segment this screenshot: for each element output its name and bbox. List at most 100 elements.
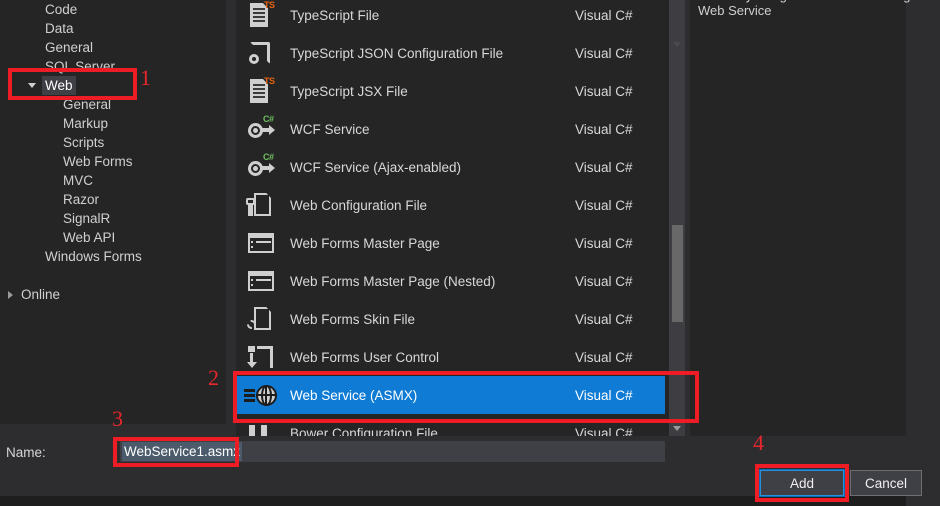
wcf-service-icon: C# xyxy=(242,113,280,145)
screenshot-root: + S P W E Code Data General SQL Server Web Ge… xyxy=(0,0,940,506)
tree-node-mvc[interactable]: MVC xyxy=(0,171,226,190)
template-list-item[interactable]: C# WCF Service (Ajax-enabled) Visual C# xyxy=(236,148,665,186)
template-item-name: WCF Service (Ajax-enabled) xyxy=(290,159,462,175)
template-item-name: TypeScript JSON Configuration File xyxy=(290,45,504,61)
template-list-item[interactable]: TS TypeScript File Visual C# xyxy=(236,0,665,34)
template-list[interactable]: TS TypeScript File Visual C# TypeScript JSO… xyxy=(236,0,684,436)
template-list-item[interactable]: Web Forms User Control Visual C# xyxy=(236,338,665,376)
template-item-language: Visual C# xyxy=(575,311,633,327)
template-list-item[interactable]: C# WCF Service Visual C# xyxy=(236,110,665,148)
tree-node-sql-server[interactable]: SQL Server xyxy=(0,57,226,76)
skin-file-icon xyxy=(242,303,280,335)
typescript-jsx-icon: TS xyxy=(242,75,280,107)
annotation-number-4: 4 xyxy=(753,430,764,455)
category-tree[interactable]: Code Data General SQL Server Web General Marku… xyxy=(0,0,226,424)
template-list-item[interactable]: Web Forms Master Page (Nested) Visual C# xyxy=(236,262,665,300)
annotation-number-3: 3 xyxy=(112,406,123,431)
template-description-pane: A visually designed class for creating a… xyxy=(690,0,921,436)
web-service-globe-icon xyxy=(242,379,280,411)
template-item-name: TypeScript File xyxy=(290,7,380,23)
template-item-name: Bower Configuration File xyxy=(290,425,438,437)
template-list-item[interactable]: Web Forms Master Page Visual C# xyxy=(236,224,665,262)
user-control-icon xyxy=(242,341,280,373)
name-label: Name: xyxy=(6,445,46,460)
template-list-item[interactable]: TS TypeScript JSX File Visual C# xyxy=(236,72,665,110)
wcf-service-ajax-icon: C# xyxy=(242,151,280,183)
tree-node-label: Web xyxy=(42,76,76,95)
tree-node-data[interactable]: Data xyxy=(0,19,226,38)
template-list-item[interactable]: Web Service (ASMX) Visual C# xyxy=(236,376,665,414)
tree-node-markup[interactable]: Markup xyxy=(0,114,226,133)
scrollbar-down-arrow[interactable] xyxy=(669,420,685,436)
tree-node-web-api[interactable]: Web API xyxy=(0,228,226,247)
typescript-file-icon: TS xyxy=(242,0,280,31)
tree-node-web-forms[interactable]: Web Forms xyxy=(0,152,226,171)
tree-node-general[interactable]: General xyxy=(0,38,226,57)
template-list-item[interactable]: TypeScript JSON Configuration File Visual… xyxy=(236,34,665,72)
template-list-item[interactable]: Web Forms Skin File Visual C# xyxy=(236,300,665,338)
tree-node-label: General xyxy=(45,40,94,55)
add-button[interactable]: Add xyxy=(759,469,845,497)
tree-node-label: Web API xyxy=(63,230,116,245)
tree-node-web[interactable]: Web xyxy=(0,76,226,95)
tree-node-label: SignalR xyxy=(63,211,111,226)
scrollbar-thumb[interactable] xyxy=(672,225,683,322)
tree-node-signalr[interactable]: SignalR xyxy=(0,209,226,228)
template-list-item[interactable]: Bower Configuration File Visual C# xyxy=(236,414,665,436)
template-item-name: Web Forms Master Page xyxy=(290,235,440,251)
tree-node-general[interactable]: General xyxy=(0,95,226,114)
chevron-right-icon[interactable] xyxy=(4,285,16,304)
template-item-language: Visual C# xyxy=(575,349,633,365)
template-item-name: Web Forms Skin File xyxy=(290,311,416,327)
template-item-name: Web Service (ASMX) xyxy=(290,387,418,403)
template-item-language: Visual C# xyxy=(575,197,633,213)
add-new-item-dialog: Code Data General SQL Server Web General Marku… xyxy=(0,0,922,506)
bower-config-icon xyxy=(242,417,280,436)
scrollbar-up-marker xyxy=(669,40,685,48)
tree-node-spacer xyxy=(0,266,226,285)
template-item-name: TypeScript JSX File xyxy=(290,83,408,99)
template-item-language: Visual C# xyxy=(575,83,633,99)
template-list-item[interactable]: Web Configuration File Visual C# xyxy=(236,186,665,224)
template-item-language: Visual C# xyxy=(575,121,633,137)
template-item-name: Web Configuration File xyxy=(290,197,428,213)
tree-node-label: SQL Server xyxy=(45,59,116,74)
template-item-language: Visual C# xyxy=(575,273,633,289)
web-config-icon xyxy=(242,189,280,221)
tree-node-label: Web Forms xyxy=(63,154,133,169)
template-item-name: Web Forms User Control xyxy=(290,349,440,365)
master-page-nested-icon xyxy=(242,265,280,297)
tree-node-code[interactable]: Code xyxy=(0,0,226,19)
tree-node-scripts[interactable]: Scripts xyxy=(0,133,226,152)
annotation-number-1: 1 xyxy=(140,65,151,90)
template-item-language: Visual C# xyxy=(575,235,633,251)
tree-node-label: Online xyxy=(21,287,61,302)
template-item-language: Visual C# xyxy=(575,45,633,61)
background-ide-panel: + S P W E xyxy=(906,0,940,506)
annotation-number-2: 2 xyxy=(208,365,219,390)
template-item-language: Visual C# xyxy=(575,159,633,175)
tree-node-label: Markup xyxy=(63,116,109,131)
template-list-scrollbar[interactable] xyxy=(669,0,685,436)
tree-node-label: Data xyxy=(45,21,74,36)
tree-node-online[interactable]: Online xyxy=(0,285,226,304)
tree-node-label: Code xyxy=(45,2,78,17)
description-line-2: Web Service xyxy=(698,3,772,18)
dialog-footer-strip xyxy=(0,496,906,506)
tree-node-label: Windows Forms xyxy=(45,249,142,264)
tree-node-label: General xyxy=(63,97,112,112)
typescript-json-icon xyxy=(242,37,280,69)
tree-node-windows-forms[interactable]: Windows Forms xyxy=(0,247,226,266)
template-item-language: Visual C# xyxy=(575,425,633,437)
tree-node-label: Scripts xyxy=(63,135,105,150)
chevron-down-icon[interactable] xyxy=(26,76,38,95)
template-item-language: Visual C# xyxy=(575,387,633,403)
template-item-name: Web Forms Master Page (Nested) xyxy=(290,273,496,289)
tree-node-razor[interactable]: Razor xyxy=(0,190,226,209)
tree-node-label: MVC xyxy=(63,173,93,188)
template-item-name: WCF Service xyxy=(290,121,370,137)
name-input-value[interactable]: WebService1.asmx xyxy=(122,442,243,461)
cancel-button[interactable]: Cancel xyxy=(850,470,922,496)
template-item-language: Visual C# xyxy=(575,7,633,23)
tree-node-label: Razor xyxy=(63,192,100,207)
